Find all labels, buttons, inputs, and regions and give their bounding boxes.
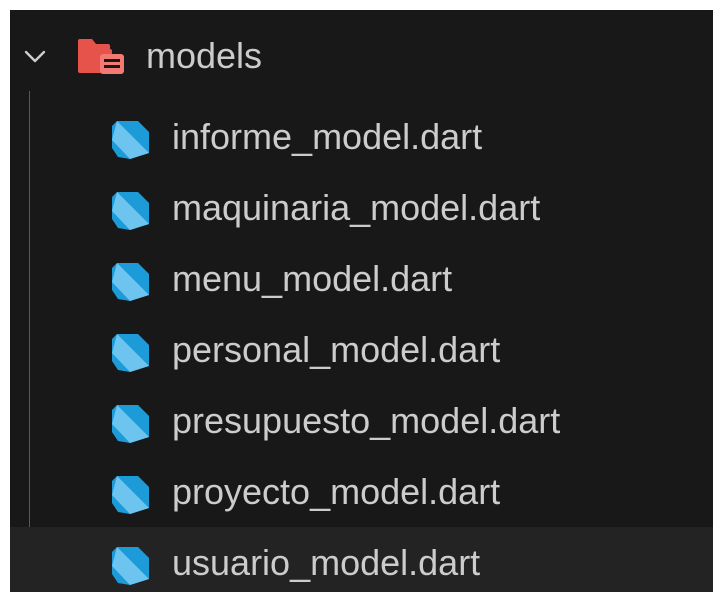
dart-icon (112, 191, 149, 230)
file-label: usuario_model.dart (172, 541, 481, 583)
dart-icon (112, 120, 149, 159)
folder-open-icon (78, 39, 124, 74)
file-row[interactable]: presupuesto_model.dart (10, 385, 713, 456)
file-row-hovered[interactable]: usuario_model.dart (10, 527, 713, 592)
file-row[interactable]: informe_model.dart (10, 101, 713, 172)
file-label: maquinaria_model.dart (172, 186, 541, 228)
file-label: menu_model.dart (172, 257, 453, 299)
chevron-down-icon[interactable] (22, 43, 48, 69)
file-explorer: models informe_model.dart maquinaria_mod… (10, 10, 713, 592)
folder-row-models[interactable]: models (10, 21, 713, 91)
dart-icon (112, 546, 149, 585)
file-label: personal_model.dart (172, 328, 501, 370)
file-label: proyecto_model.dart (172, 470, 501, 512)
dart-icon (112, 404, 149, 443)
file-row[interactable]: proyecto_model.dart (10, 456, 713, 527)
dart-icon (112, 262, 149, 301)
file-row[interactable]: maquinaria_model.dart (10, 172, 713, 243)
folder-label: models (146, 35, 263, 76)
dart-icon (112, 333, 149, 372)
file-label: informe_model.dart (172, 115, 483, 157)
file-row[interactable]: personal_model.dart (10, 314, 713, 385)
file-row[interactable]: menu_model.dart (10, 243, 713, 314)
dart-icon (112, 475, 149, 514)
file-label: presupuesto_model.dart (172, 399, 561, 441)
